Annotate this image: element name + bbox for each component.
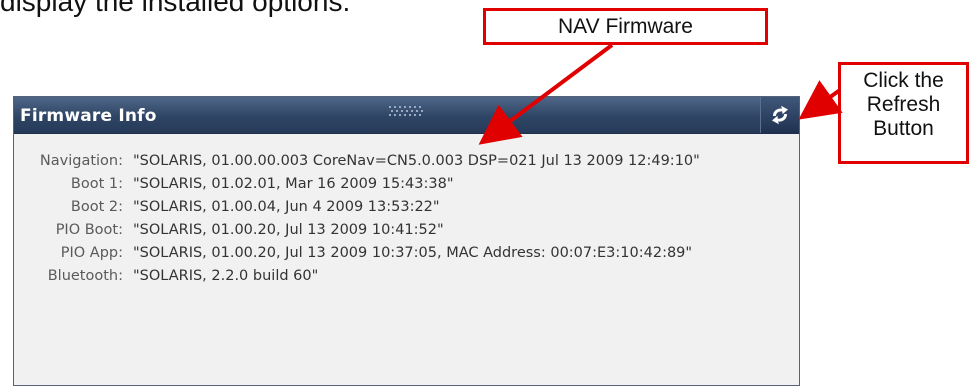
refresh-callout: Click the Refresh Button <box>838 62 969 164</box>
info-row-pio-app: PIO App: "SOLARIS, 01.00.20, Jul 13 2009… <box>14 241 799 264</box>
info-row-boot-1: Boot 1: "SOLARIS, 01.02.01, Mar 16 2009 … <box>14 172 799 195</box>
info-value: "SOLARIS, 2.2.0 build 60" <box>133 267 319 284</box>
info-label: Navigation: <box>39 152 123 169</box>
info-label: PIO Boot: <box>55 221 123 238</box>
nav-firmware-callout-text: NAV Firmware <box>558 15 693 38</box>
panel-title: Firmware Info <box>20 106 157 126</box>
panel-body: Navigation: "SOLARIS, 01.00.00.003 CoreN… <box>14 134 799 385</box>
info-row-navigation: Navigation: "SOLARIS, 01.00.00.003 CoreN… <box>14 149 799 172</box>
info-label: Boot 1: <box>70 175 123 192</box>
refresh-callout-line-2: Refresh <box>866 93 941 116</box>
info-value: "SOLARIS, 01.00.04, Jun 4 2009 13:53:22" <box>133 198 440 215</box>
panel-header[interactable]: Firmware Info <box>14 97 799 134</box>
refresh-icon <box>772 105 788 125</box>
refresh-callout-line-3: Button <box>873 117 934 140</box>
info-label: PIO App: <box>60 244 123 261</box>
info-value: "SOLARIS, 01.00.20, Jul 13 2009 10:41:52… <box>133 221 444 238</box>
grip-handle-icon[interactable] <box>388 105 428 117</box>
info-label: Bluetooth: <box>47 267 123 284</box>
refresh-callout-line-1: Click the <box>863 69 944 92</box>
info-value: "SOLARIS, 01.00.00.003 CoreNav=CN5.0.003… <box>133 152 700 169</box>
info-row-boot-2: Boot 2: "SOLARIS, 01.00.04, Jun 4 2009 1… <box>14 195 799 218</box>
refresh-button[interactable] <box>760 97 799 133</box>
firmware-info-panel: Firmware Info Navigation: "SOLARIS, 01.0… <box>13 96 800 386</box>
info-value: "SOLARIS, 01.00.20, Jul 13 2009 10:37:05… <box>133 244 693 261</box>
nav-firmware-callout: NAV Firmware <box>483 8 768 45</box>
info-row-pio-boot: PIO Boot: "SOLARIS, 01.00.20, Jul 13 200… <box>14 218 799 241</box>
info-label: Boot 2: <box>70 198 123 215</box>
intro-text: display the installed options. <box>0 0 351 17</box>
info-value: "SOLARIS, 01.02.01, Mar 16 2009 15:43:38… <box>133 175 454 192</box>
info-row-bluetooth: Bluetooth: "SOLARIS, 2.2.0 build 60" <box>14 264 799 287</box>
refresh-arrow <box>798 80 843 120</box>
